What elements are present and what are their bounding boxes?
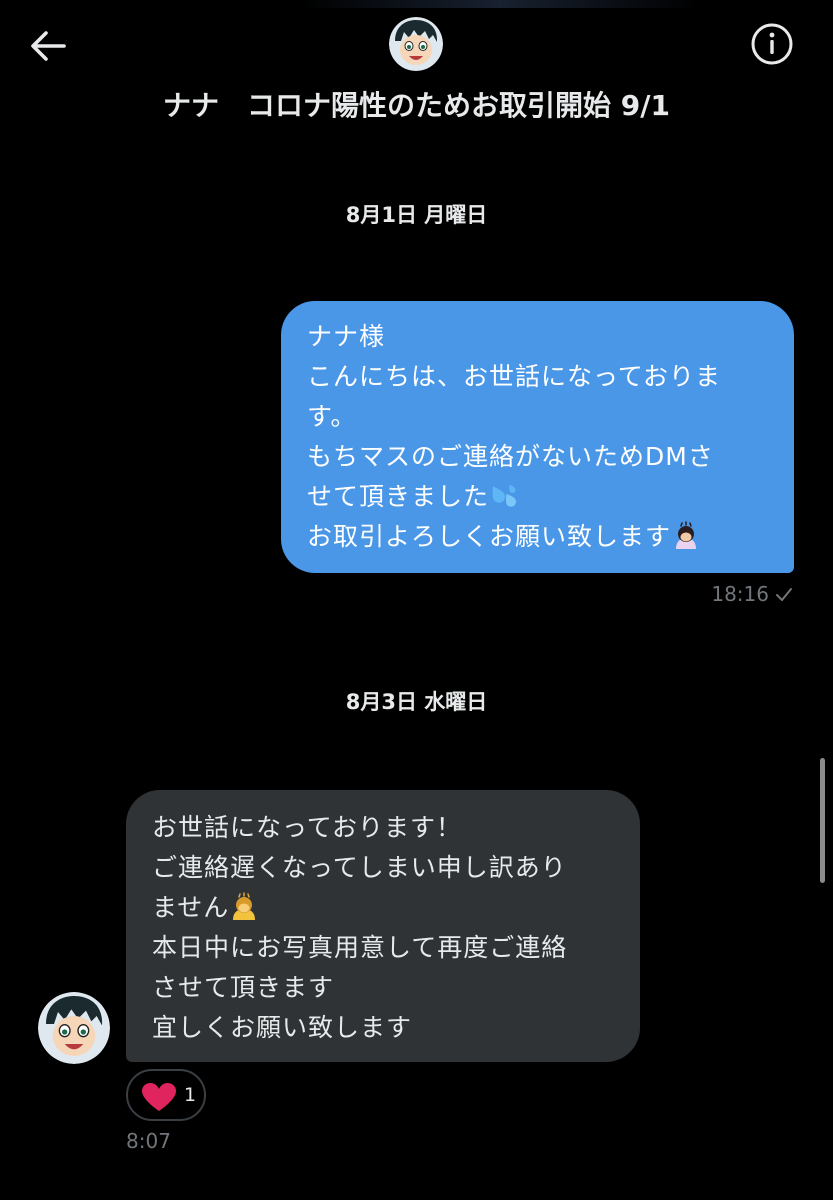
date-separator: 8月1日 月曜日	[345, 203, 488, 227]
message-line: 宜しくお願い致します	[152, 1013, 413, 1042]
avatar-image	[389, 17, 443, 71]
message-line-text: お取引よろしくお願い致します	[307, 522, 672, 551]
message-line: お世話になっております！	[152, 813, 463, 842]
sender-avatar[interactable]	[38, 992, 110, 1064]
sweat-droplets-emoji	[492, 484, 516, 507]
message-timestamp: 18:16	[711, 582, 793, 606]
top-edge-glow	[300, 0, 700, 8]
timestamp-text: 18:16	[711, 582, 769, 606]
message-line: す。	[307, 402, 357, 431]
date-separator: 8月3日 水曜日	[345, 690, 488, 714]
avatar-image	[38, 992, 110, 1064]
scrollbar[interactable]	[820, 758, 825, 883]
message-line: ご連絡遅くなってしまい申し訳あり	[152, 853, 567, 882]
message-line-text: ません	[152, 893, 230, 922]
message-line-with-emoji: お取引よろしくお願い致します	[307, 517, 774, 557]
message-line: 本日中にお写真用意して再度ご連絡	[152, 933, 568, 962]
info-button[interactable]	[748, 20, 796, 68]
checkmark-icon	[776, 588, 792, 601]
reaction-count: 1	[184, 1084, 197, 1106]
message-line: もちマスのご連絡がないためDMさ	[307, 442, 714, 471]
outgoing-message-bubble[interactable]: ナナ様 こんにちは、お世話になっておりま す。 もちマスのご連絡がないためDMさ…	[281, 301, 794, 573]
back-button[interactable]	[26, 26, 70, 66]
message-line: させて頂きます	[152, 973, 335, 1002]
conversation-title: ナナ コロナ陽性のためお取引開始 9/1	[163, 89, 670, 122]
arrow-left-icon	[31, 31, 66, 61]
message-line-text: せて頂きました	[307, 482, 490, 511]
bowing-person-emoji	[676, 521, 697, 549]
heart-icon	[142, 1083, 176, 1111]
message-timestamp: 8:07	[126, 1129, 171, 1153]
message-line: こんにちは、お世話になっておりま	[307, 362, 722, 391]
message-line-with-emoji: せて頂きました	[307, 477, 774, 517]
message-line: ナナ様	[307, 322, 386, 351]
info-icon	[751, 23, 793, 65]
reaction-pill[interactable]: 1	[126, 1069, 206, 1121]
bowing-person-emoji	[233, 892, 256, 920]
message-line-with-emoji: ません	[152, 888, 620, 928]
incoming-message-bubble[interactable]: お世話になっております！ ご連絡遅くなってしまい申し訳あり ません 本日中にお写…	[126, 790, 640, 1062]
header-avatar[interactable]	[389, 17, 443, 71]
